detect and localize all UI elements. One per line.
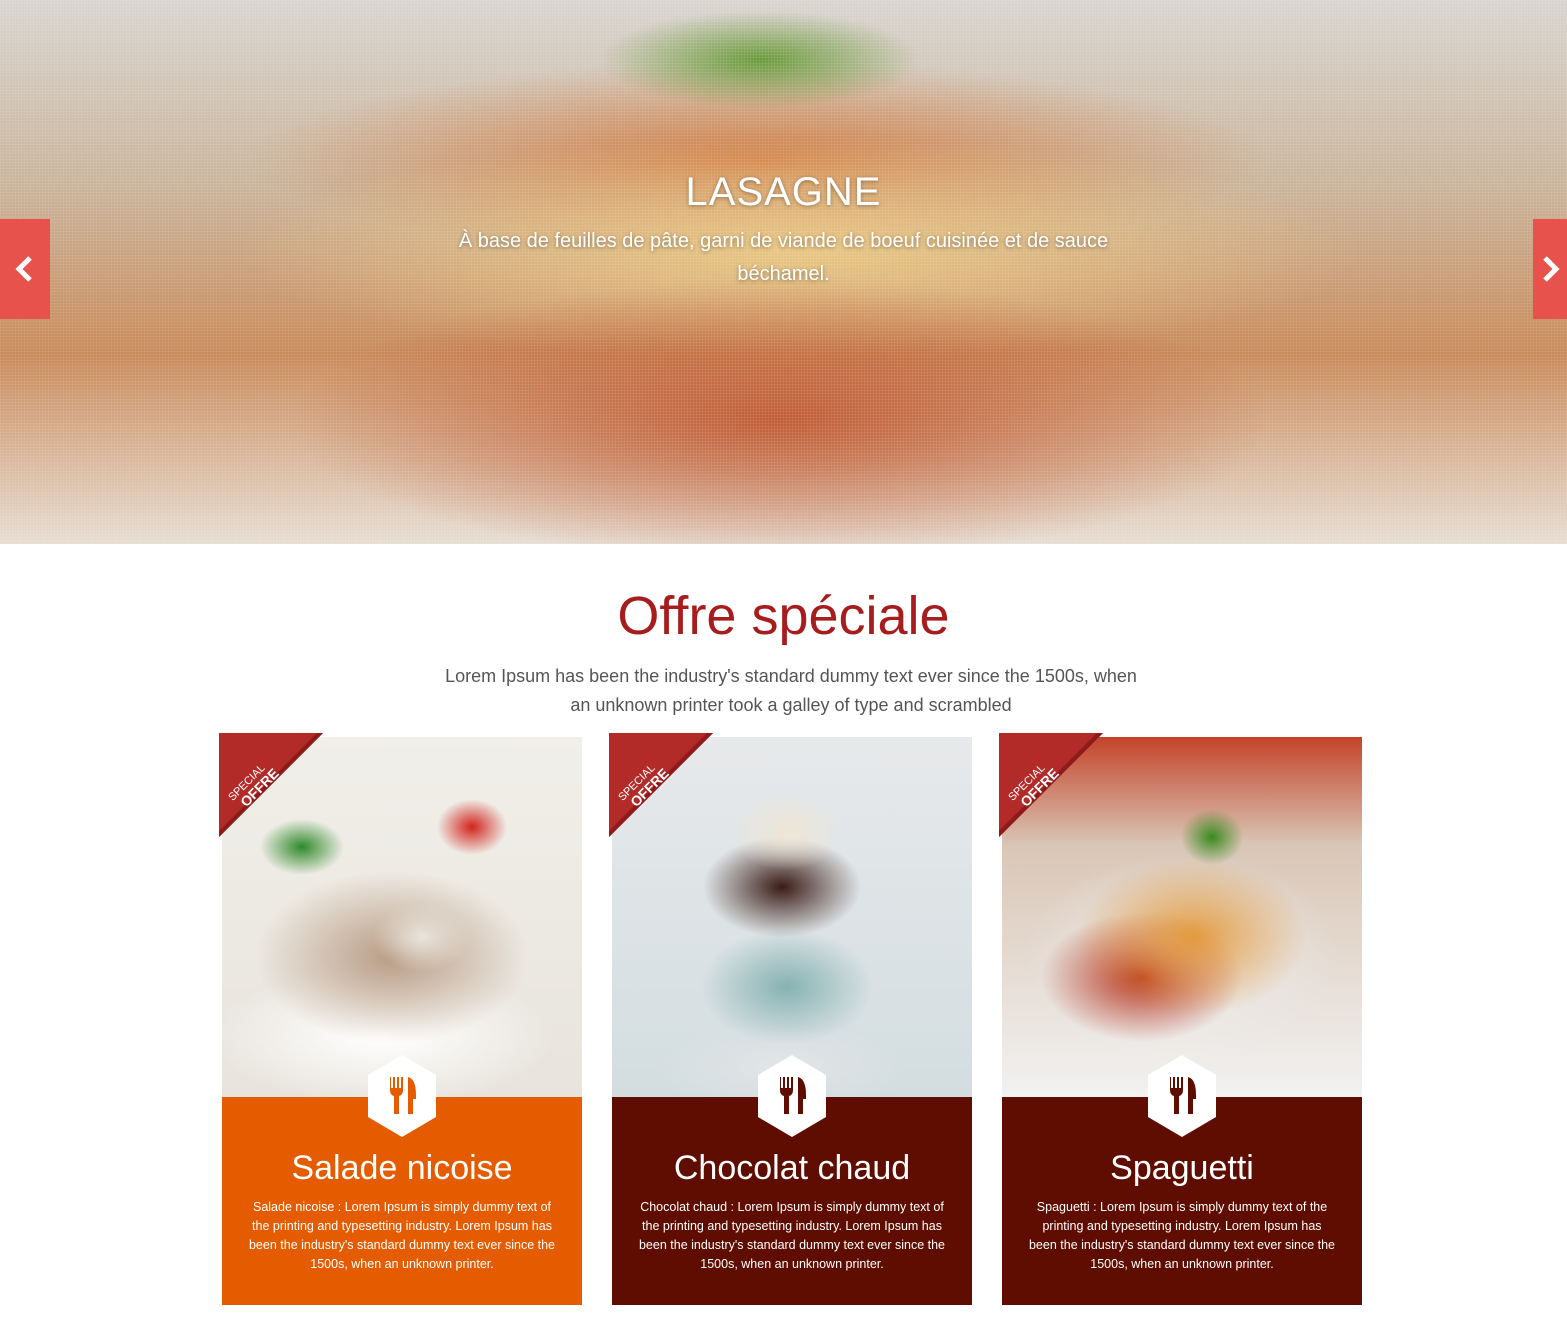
- card-title: Spaguetti: [1110, 1149, 1254, 1187]
- offer-card-spaguetti[interactable]: SPECIAL OFFRE Spaguetti Spaguetti : Lore…: [999, 733, 1362, 1305]
- slider-next-button[interactable]: [1533, 219, 1567, 319]
- offer-description: Lorem Ipsum has been the industry's stan…: [445, 666, 1137, 715]
- chevron-left-icon: [15, 256, 32, 282]
- card-text: Spaguetti : Lorem Ipsum is simply dummy …: [1028, 1200, 1336, 1271]
- offer-card-salade[interactable]: SPECIAL OFFRE Salade nicoise Salade nico…: [219, 733, 582, 1305]
- hero-slider: LASAGNE À base de feuilles de pâte, garn…: [0, 0, 1567, 544]
- card-title: Chocolat chaud: [673, 1149, 911, 1187]
- special-offer-ribbon: SPECIAL OFFRE: [609, 733, 713, 837]
- card-text: Salade nicoise : Lorem Ipsum is simply d…: [248, 1200, 556, 1271]
- special-offer-ribbon: SPECIAL OFFRE: [219, 733, 323, 837]
- card-text: Chocolat chaud : Lorem Ipsum is simply d…: [638, 1200, 946, 1271]
- slider-prev-button[interactable]: [0, 219, 50, 319]
- offer-card-chocolat[interactable]: SPECIAL OFFRE Chocolat chaud Chocolat ch…: [609, 733, 972, 1305]
- fork-knife-icon: [1148, 1055, 1216, 1137]
- hero-caption: LASAGNE À base de feuilles de pâte, garn…: [0, 170, 1567, 291]
- chevron-right-icon: [1543, 256, 1560, 282]
- hero-title: LASAGNE: [685, 170, 882, 214]
- offer-title: Offre spéciale: [617, 586, 950, 646]
- card-title: Salade nicoise: [291, 1149, 513, 1187]
- special-offer-ribbon: SPECIAL OFFRE: [999, 733, 1103, 837]
- fork-knife-icon: [758, 1055, 826, 1137]
- hero-subtitle: À base de feuilles de pâte, garni de via…: [458, 230, 1109, 285]
- fork-knife-icon: [368, 1055, 436, 1137]
